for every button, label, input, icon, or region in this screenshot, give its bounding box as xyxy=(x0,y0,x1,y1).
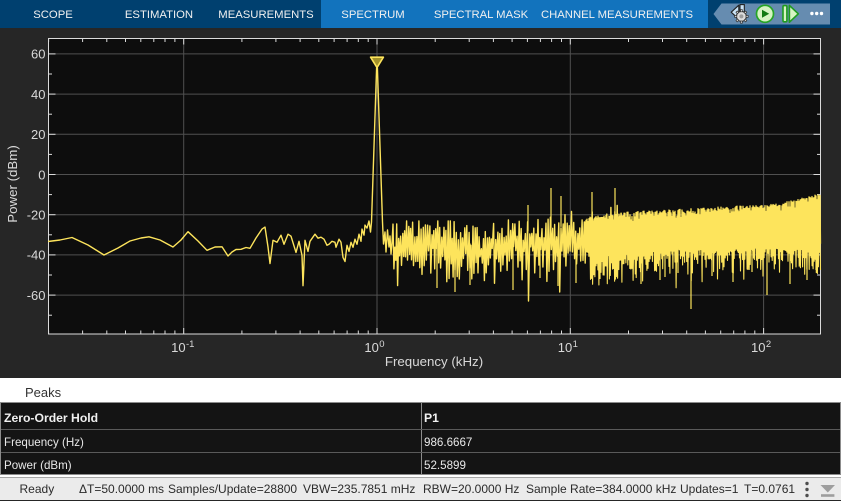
svg-text:20: 20 xyxy=(31,127,45,142)
svg-text:0: 0 xyxy=(379,339,384,350)
svg-text:60: 60 xyxy=(31,47,45,62)
svg-text:CHANNEL MEASUREMENTS: CHANNEL MEASUREMENTS xyxy=(541,9,694,21)
svg-text:2: 2 xyxy=(766,339,771,350)
svg-text:1: 1 xyxy=(573,339,578,350)
svg-text:10: 10 xyxy=(171,340,185,355)
svg-text:ESTIMATION: ESTIMATION xyxy=(125,9,193,21)
svg-text:10: 10 xyxy=(751,340,765,355)
svg-text:-20: -20 xyxy=(27,208,46,223)
svg-text:10: 10 xyxy=(364,340,378,355)
svg-text:SCOPE: SCOPE xyxy=(33,9,73,21)
svg-text:10: 10 xyxy=(558,340,572,355)
svg-text:-40: -40 xyxy=(27,248,46,263)
svg-text:-1: -1 xyxy=(186,339,194,350)
svg-text:SPECTRUM: SPECTRUM xyxy=(341,9,404,21)
svg-text:Frequency (kHz): Frequency (kHz) xyxy=(385,354,483,369)
svg-text:-60: -60 xyxy=(27,288,46,303)
svg-text:Power (dBm): Power (dBm) xyxy=(5,145,20,223)
svg-text:40: 40 xyxy=(31,87,45,102)
svg-text:SPECTRAL MASK: SPECTRAL MASK xyxy=(434,9,529,21)
svg-text:0: 0 xyxy=(38,167,45,182)
svg-text:MEASUREMENTS: MEASUREMENTS xyxy=(218,9,314,21)
